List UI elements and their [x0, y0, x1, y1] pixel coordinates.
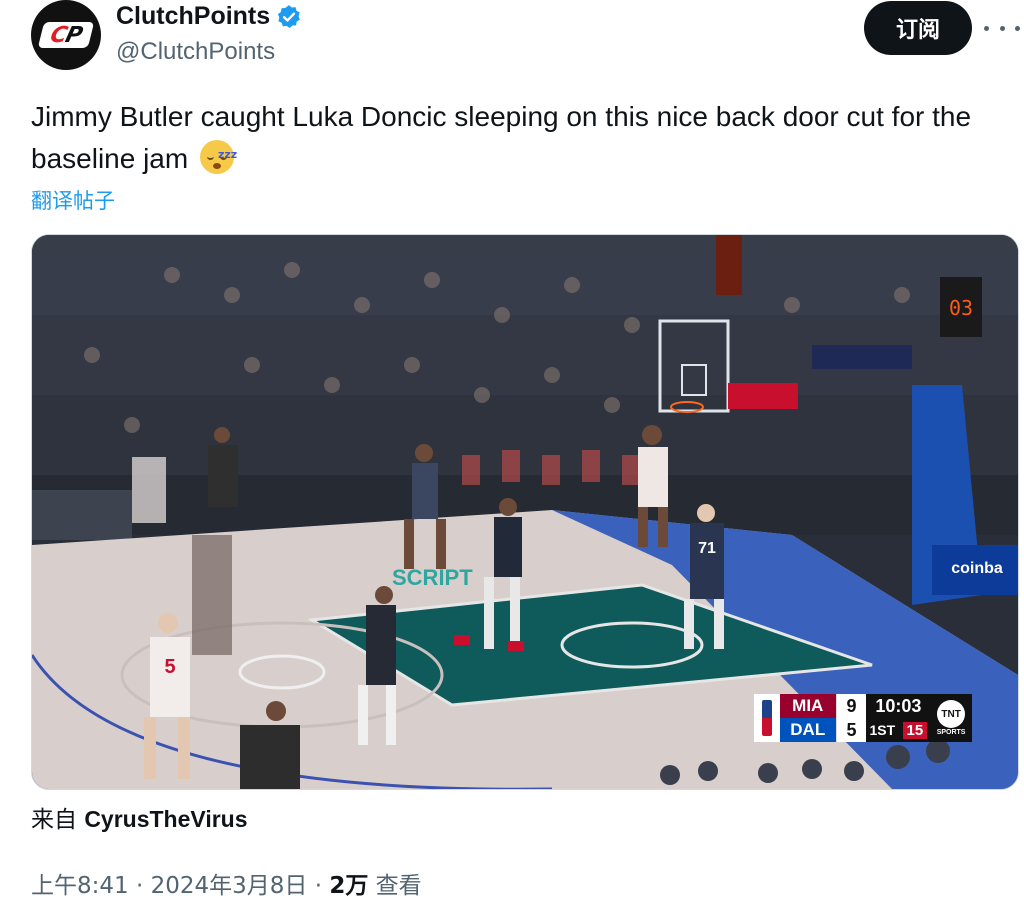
verified-badge-icon — [278, 4, 301, 28]
tweet-date[interactable]: 2024年3月8日 — [151, 873, 308, 899]
shot-clock: 15 — [902, 721, 928, 739]
author-display-name[interactable]: ClutchPoints — [116, 2, 302, 31]
nba-logo-icon — [754, 694, 780, 742]
tweet-text: Jimmy Butler caught Luka Doncic sleeping… — [31, 96, 1016, 180]
tnt-sports-logo-icon: TNT SPORTS — [930, 694, 972, 742]
clutchpoints-logo: CP — [37, 22, 95, 48]
more-options-icon[interactable] — [984, 14, 1020, 42]
score-mia: 9 — [846, 695, 857, 716]
tweet-body: Jimmy Butler caught Luka Doncic sleeping… — [31, 101, 972, 174]
source-account-link[interactable]: CyrusTheVirus — [84, 806, 247, 832]
subscribe-button[interactable]: 订阅 — [864, 1, 972, 55]
video-source: 来自 CyrusTheVirus — [31, 800, 248, 834]
period: 1ST — [869, 722, 896, 738]
svg-text:71: 71 — [698, 540, 716, 557]
source-prefix: 来自 — [31, 807, 77, 833]
sleeping-face-emoji-icon: zzz — [199, 140, 237, 174]
shot-clock-display: 03 — [949, 296, 973, 320]
game-clock: 10:03 — [875, 695, 922, 716]
tweet-time[interactable]: 上午8:41 — [31, 873, 129, 899]
translate-post-link[interactable]: 翻译帖子 — [31, 185, 115, 215]
svg-text:5: 5 — [164, 656, 175, 678]
author-avatar[interactable]: CP — [31, 0, 101, 70]
team-away-mia: MIA — [779, 694, 836, 718]
views-label: 查看 — [375, 873, 422, 899]
tweet-meta: 上午8:41 · 2024年3月8日 · 2万 查看 — [31, 873, 422, 899]
team-home-dal: DAL — [779, 718, 836, 742]
court-sign-coinbase: coinba — [951, 560, 1003, 577]
score-dal: 5 — [846, 719, 857, 740]
author-handle[interactable]: @ClutchPoints — [116, 38, 275, 66]
views-count: 2万 — [329, 873, 369, 899]
scorebug: MIA DAL 9 5 10:03 1ST 15 TNT SPORTS — [754, 694, 972, 742]
